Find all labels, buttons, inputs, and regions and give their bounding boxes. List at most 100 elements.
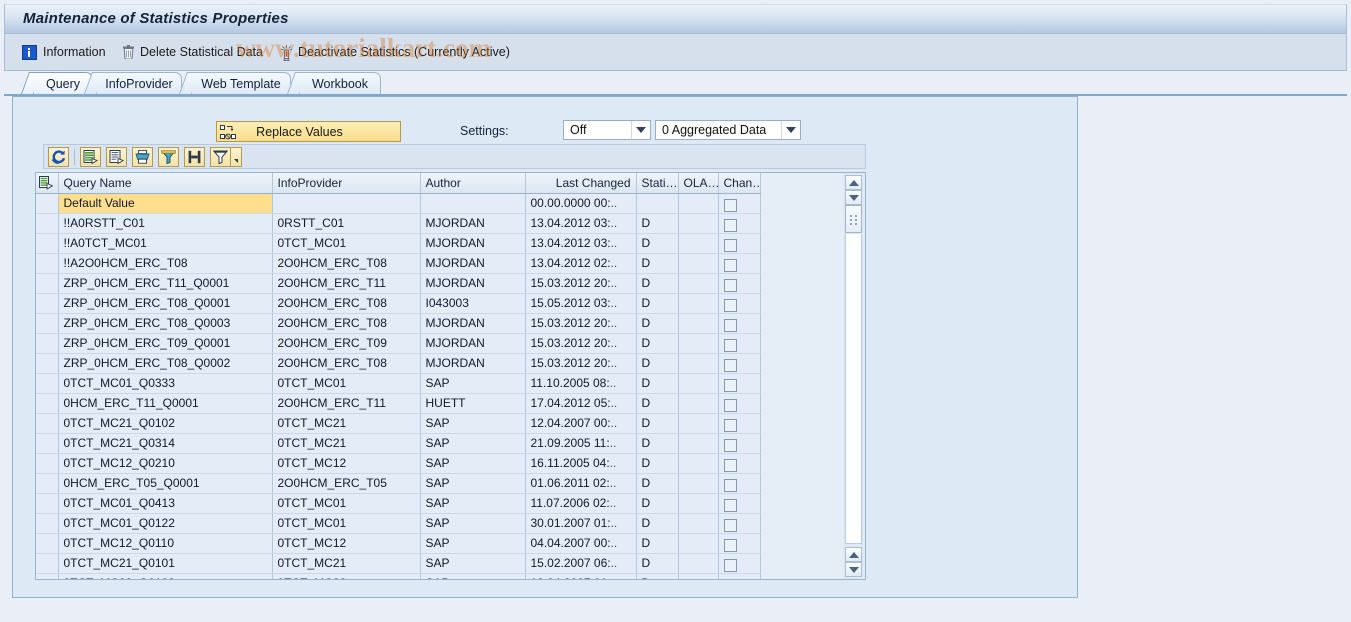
changed-checkbox[interactable] [723,298,737,312]
sort-filter-dropdown[interactable] [231,147,242,167]
table-row[interactable]: ZRP_0HCM_ERC_T09_Q0001 2O0HCM_ERC_T09 MJOR… [36,333,761,354]
table-row[interactable]: 0TCT_MC22_Q01030TCT_MC22SAP18.04.2007 01… [36,573,761,579]
table-row[interactable]: !!A0RSTT_C01 0RSTT_C01 MJORDAN 13.04.2012 0… [36,213,761,234]
row-selector[interactable] [36,353,59,374]
table-row[interactable]: 0TCT_MC01_Q0333 0TCT_MC01 SAP 11.10.2005 08… [36,373,761,394]
cell-changed[interactable] [718,473,761,494]
table-row[interactable]: 0TCT_MC01_Q0413 0TCT_MC01 SAP 11.07.2006 02… [36,493,761,514]
tab-infoprovider[interactable]: InfoProvider [83,72,182,94]
changed-checkbox[interactable] [723,478,737,492]
information-button[interactable]: Information [22,41,106,63]
column-header-author[interactable]: Author [420,173,526,194]
row-selector[interactable] [36,573,59,579]
table-row[interactable]: 0TCT_MC12_Q0110 0TCT_MC12 SAP 04.04.2007 00… [36,533,761,554]
cell-changed[interactable] [718,353,761,374]
column-header-infoprovider[interactable]: InfoProvider [272,173,421,194]
changed-checkbox[interactable] [723,518,737,532]
table-row[interactable]: ZRP_0HCM_ERC_T08_Q0001 2O0HCM_ERC_T08 I043… [36,293,761,314]
changed-checkbox[interactable] [723,238,737,252]
row-selector[interactable] [36,533,59,554]
changed-checkbox[interactable] [723,198,737,212]
chevron-down-icon[interactable] [631,121,650,139]
changed-checkbox[interactable] [723,398,737,412]
table-row[interactable]: 0TCT_MC21_Q0101 0TCT_MC21 SAP 15.02.2007 06… [36,553,761,574]
row-selector[interactable] [36,233,59,254]
cell-changed[interactable] [718,453,761,474]
delete-statistical-data-button[interactable]: Delete Statistical Data [123,41,263,63]
row-selector[interactable] [36,373,59,394]
row-selector[interactable] [36,273,59,294]
table-row[interactable]: ZRP_0HCM_ERC_T08_Q0003 2O0HCM_ERC_T08 MJOR… [36,313,761,334]
query-table[interactable]: Query Name InfoProvider Author Last Chan… [35,172,866,580]
cell-changed[interactable] [718,533,761,554]
changed-checkbox[interactable] [723,558,737,572]
table-row[interactable]: ZRP_0HCM_ERC_T11_Q0001 2O0HCM_ERC_T11 MJOR… [36,273,761,294]
find-button[interactable] [184,147,205,167]
select-all-header[interactable] [36,173,59,194]
changed-checkbox[interactable] [723,258,737,272]
changed-checkbox[interactable] [723,418,737,432]
cell-changed[interactable] [718,273,761,294]
changed-checkbox[interactable] [723,278,737,292]
changed-checkbox[interactable] [723,378,737,392]
row-selector[interactable] [36,313,59,334]
column-header-changed[interactable]: Chan… [718,173,761,194]
cell-changed[interactable] [718,553,761,574]
cell-changed[interactable] [718,333,761,354]
changed-checkbox[interactable] [723,358,737,372]
column-header-olap[interactable]: OLA… [678,173,719,194]
table-vertical-scrollbar[interactable] [843,172,866,580]
tab-web-template[interactable]: Web Template [178,72,291,94]
changed-checkbox[interactable] [723,438,737,452]
print-button[interactable] [132,147,153,167]
row-selector[interactable] [36,473,59,494]
cell-changed[interactable] [718,433,761,454]
detail-button[interactable] [80,147,101,167]
table-row[interactable]: 0HCM_ERC_T11_Q0001 2O0HCM_ERC_T11 HUETT 17.… [36,393,761,414]
scrollbar-track[interactable] [845,234,862,544]
table-row[interactable]: 0TCT_MC01_Q0122 0TCT_MC01 SAP 30.01.2007 01… [36,513,761,534]
display-button[interactable] [106,147,127,167]
cell-changed[interactable] [718,373,761,394]
changed-checkbox[interactable] [723,318,737,332]
cell-changed[interactable] [718,253,761,274]
table-row[interactable]: 0TCT_MC21_Q0102 0TCT_MC21 SAP 12.04.2007 00… [36,413,761,434]
cell-changed[interactable] [718,193,761,214]
changed-checkbox[interactable] [723,538,737,552]
cell-changed[interactable] [718,393,761,414]
scroll-page-up-button[interactable] [845,547,862,562]
changed-checkbox[interactable] [723,578,737,579]
chevron-down-icon[interactable] [781,121,800,139]
filter-button[interactable] [158,147,179,167]
row-selector[interactable] [36,493,59,514]
cell-changed[interactable] [718,313,761,334]
scroll-up-button[interactable] [845,175,862,190]
changed-checkbox[interactable] [723,498,737,512]
tab-workbook[interactable]: Workbook [286,72,381,94]
cell-changed[interactable] [718,513,761,534]
row-selector[interactable] [36,433,59,454]
settings-aggregation-dropdown[interactable]: 0 Aggregated Data [655,120,801,140]
column-header-statistics[interactable]: Stati… [636,173,679,194]
table-row[interactable]: ZRP_0HCM_ERC_T08_Q0002 2O0HCM_ERC_T08 MJOR… [36,353,761,374]
row-selector[interactable] [36,553,59,574]
row-selector[interactable] [36,513,59,534]
table-row[interactable]: 0TCT_MC21_Q0314 0TCT_MC21 SAP 21.09.2005 11… [36,433,761,454]
refresh-button[interactable] [48,147,69,167]
row-selector[interactable] [36,333,59,354]
table-row[interactable]: Default Value 00.00.0000 00:.. [36,193,761,214]
row-selector[interactable] [36,213,59,234]
row-selector[interactable] [36,253,59,274]
scroll-page-down-button[interactable] [845,562,862,577]
scrollbar-thumb[interactable] [845,205,862,233]
table-row[interactable]: !!A2O0HCM_ERC_T08 2O0HCM_ERC_T08 MJORDAN 13… [36,253,761,274]
changed-checkbox[interactable] [723,458,737,472]
cell-changed[interactable] [718,213,761,234]
settings-onoff-dropdown[interactable]: Off [563,120,651,140]
sort-filter-button[interactable] [210,147,231,167]
cell-changed[interactable] [718,413,761,434]
cell-changed[interactable] [718,493,761,514]
row-selector[interactable] [36,453,59,474]
row-selector[interactable] [36,413,59,434]
row-selector[interactable] [36,293,59,314]
